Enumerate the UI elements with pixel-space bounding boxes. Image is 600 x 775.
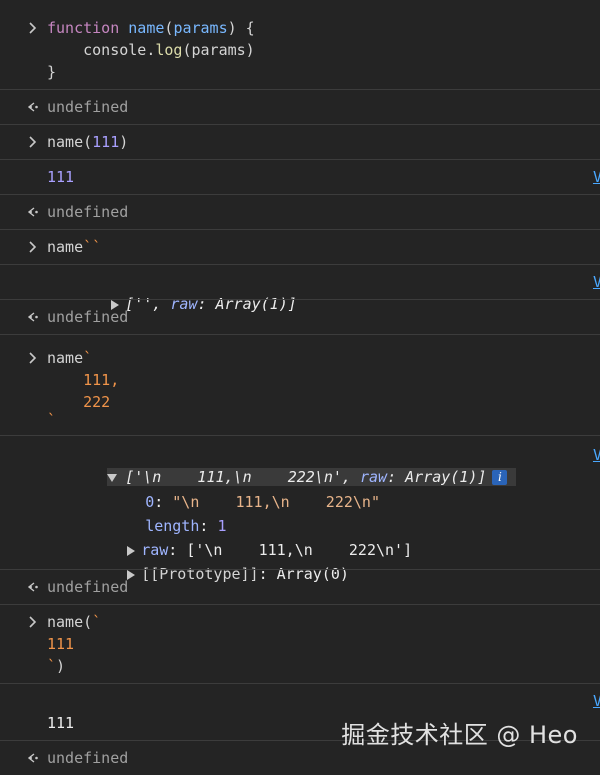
console-panel: function name(params) { console.log(para…	[0, 0, 600, 775]
code-line: console.log(params)	[47, 41, 255, 59]
code-line: `	[47, 411, 57, 429]
source-link[interactable]: V	[593, 690, 600, 712]
console-input-entry[interactable]: name(` 111 `)	[0, 604, 600, 683]
code-line: }	[47, 63, 57, 81]
code-line: 111	[47, 635, 75, 653]
watermark: 掘金技术社区 @ Heo	[341, 721, 578, 749]
return-arrow-icon	[24, 201, 42, 223]
console-result-entry: undefined	[0, 194, 600, 229]
console-input-entry[interactable]: name``	[0, 229, 600, 264]
chevron-right-icon	[24, 131, 42, 153]
console-input-entry[interactable]: name(111)	[0, 124, 600, 159]
console-log-entry: 111 V	[0, 159, 600, 194]
triangle-icon[interactable]	[127, 545, 136, 556]
code-line: function name(params) {	[47, 19, 255, 37]
array-preview[interactable]: ['\n 111,\n 222\n', raw: Array(1)] i	[53, 444, 600, 486]
return-arrow-icon	[24, 576, 42, 598]
console-log-entry: ['\n 111,\n 222\n', raw: Array(1)] i 0: "…	[0, 435, 600, 583]
code-line: `)	[47, 657, 66, 675]
return-arrow-icon	[24, 306, 42, 328]
console-result-entry: undefined	[0, 89, 600, 124]
log-value: 111	[47, 168, 75, 186]
console-log-entry: ['', raw: Array(1)] V	[0, 264, 600, 313]
triangle-icon[interactable]	[107, 473, 118, 482]
code-line: name`	[47, 349, 93, 367]
result-value: undefined	[47, 308, 129, 326]
source-link[interactable]: V	[593, 166, 600, 188]
source-link[interactable]: V	[593, 271, 600, 293]
result-value: undefined	[47, 98, 129, 116]
code-line: name(`	[47, 613, 102, 631]
chevron-right-icon	[24, 17, 42, 39]
console-result-entry: undefined	[0, 299, 600, 334]
result-value: undefined	[47, 203, 129, 221]
chevron-right-icon	[24, 236, 42, 258]
info-icon[interactable]: i	[492, 470, 508, 485]
code-line: 111,	[47, 371, 120, 389]
result-value: undefined	[47, 578, 129, 596]
code-line: name(111)	[47, 133, 129, 151]
console-input-entry[interactable]: name` 111, 222 `	[0, 334, 600, 435]
chevron-right-icon	[24, 347, 42, 369]
code-line: name``	[47, 238, 102, 256]
chevron-right-icon	[24, 611, 42, 633]
source-link[interactable]: V	[593, 444, 600, 466]
return-arrow-icon	[24, 96, 42, 118]
code-line: 222	[47, 393, 111, 411]
array-preview[interactable]: ['', raw: Array(1)]	[57, 271, 600, 313]
console-result-entry: undefined	[0, 569, 600, 604]
console-input-entry[interactable]: function name(params) { console.log(para…	[0, 0, 600, 89]
